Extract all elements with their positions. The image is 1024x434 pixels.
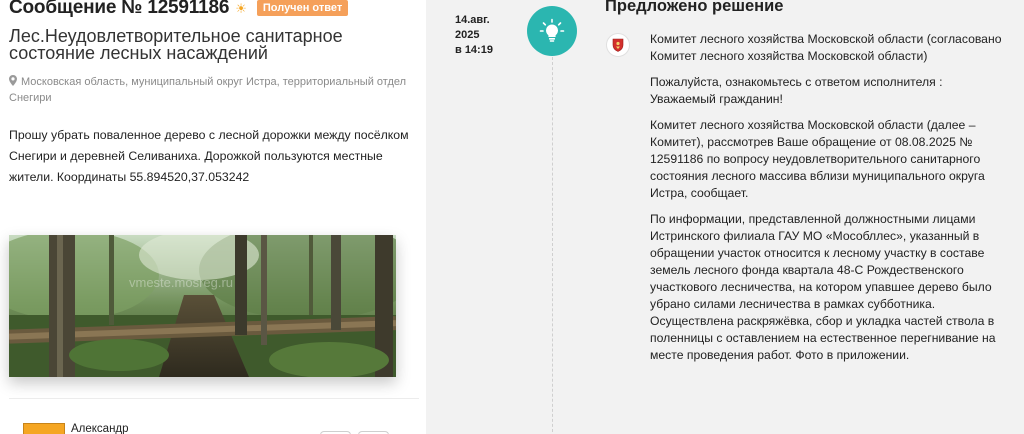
- author-row: Александр: [9, 398, 419, 434]
- timeline-line: [552, 52, 553, 434]
- solution-text: Комитет лесного хозяйства Московской обл…: [650, 31, 1010, 373]
- solution-org: Комитет лесного хозяйства Московской обл…: [650, 32, 1002, 63]
- lightbulb-icon: [539, 18, 565, 42]
- map-pin-icon: [9, 75, 17, 86]
- solution-intro: Пожалуйста, ознакомьтесь с ответом испол…: [650, 75, 943, 106]
- author-name: Александр: [71, 423, 129, 434]
- message-photo[interactable]: vmeste.mosreg.ru: [9, 235, 396, 377]
- timeline-marker: [527, 6, 577, 56]
- solution-title: Предложено решение: [605, 0, 784, 15]
- message-header: Сообщение № 12591186 ☀ Получен ответ: [9, 0, 349, 19]
- org-emblem-icon: [606, 33, 630, 57]
- location-text: Московская область, муниципальный округ …: [9, 76, 407, 104]
- message-location: Московская область, муниципальный округ …: [9, 74, 409, 106]
- message-card: Сообщение № 12591186 ☀ Получен ответ Лес…: [0, 0, 426, 434]
- solution-paragraph-2: По информации, представленной должностны…: [650, 212, 996, 362]
- solution-paragraph-1: Комитет лесного хозяйства Московской обл…: [650, 118, 985, 200]
- message-subject: Лес.Неудовлетворительное санитарное сост…: [9, 26, 343, 63]
- photo-watermark: vmeste.mosreg.ru: [129, 275, 233, 290]
- coat-of-arms-icon: [612, 38, 624, 52]
- status-badge: Получен ответ: [256, 0, 349, 16]
- forest-photo-image: vmeste.mosreg.ru: [9, 235, 396, 377]
- avatar: [23, 423, 65, 434]
- timeline-date-day: 14.авг. 2025: [455, 14, 490, 41]
- timeline-date-time: в 14:19: [455, 44, 493, 56]
- message-title: Сообщение № 12591186: [9, 0, 230, 18]
- message-text: Прошу убрать поваленное дерево с лесной …: [9, 128, 409, 184]
- timeline-date: 14.авг. 2025 в 14:19: [455, 13, 505, 58]
- lightbulb-icon: ☀: [235, 0, 247, 16]
